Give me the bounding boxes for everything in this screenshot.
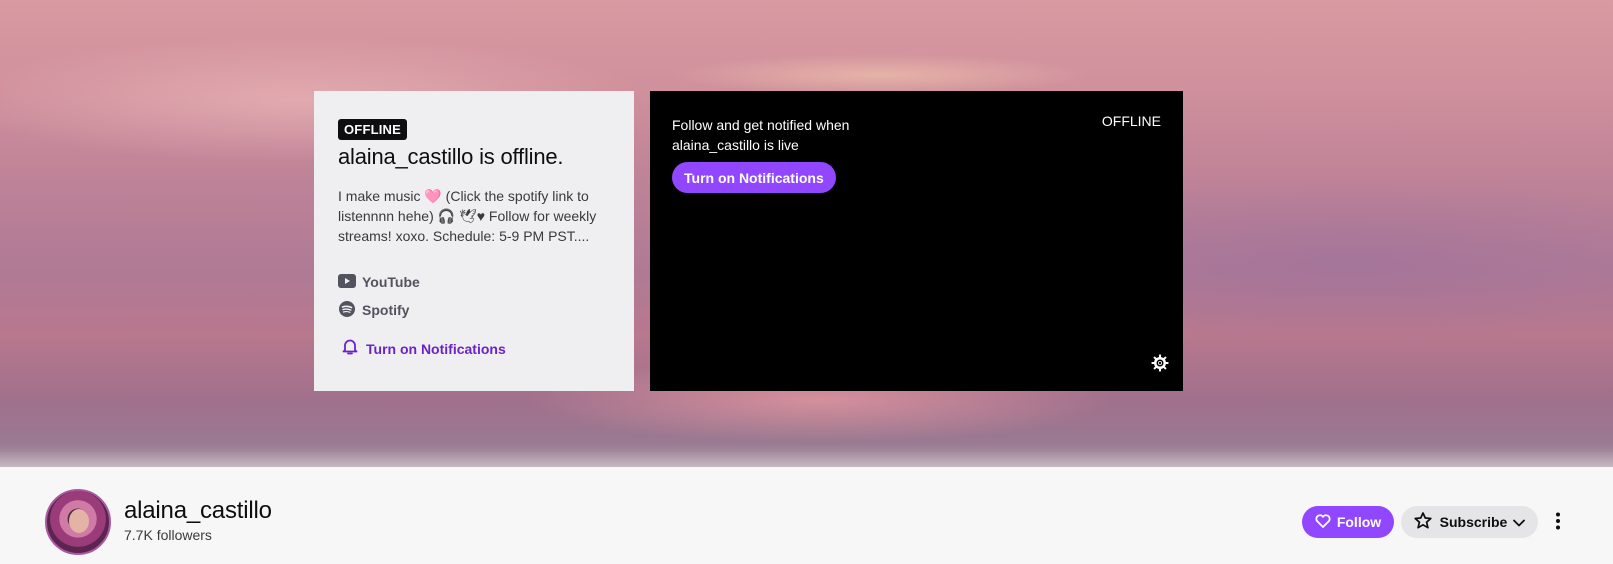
- channel-info-bar: alaina_castillo 7.7K followers Follow Su…: [0, 467, 1613, 564]
- channel-name[interactable]: alaina_castillo: [124, 497, 272, 525]
- youtube-link[interactable]: YouTube: [338, 268, 610, 296]
- player-follow-message: Follow and get notified when alaina_cast…: [672, 117, 850, 153]
- youtube-icon: [338, 273, 362, 291]
- more-options-button[interactable]: [1548, 506, 1568, 538]
- star-icon: [1413, 512, 1432, 532]
- heart-icon: [1315, 513, 1337, 531]
- follow-button[interactable]: Follow: [1302, 506, 1394, 538]
- avatar-face: [69, 509, 89, 533]
- gear-icon[interactable]: [1151, 354, 1169, 377]
- social-links: YouTube Spotify: [338, 268, 610, 324]
- more-vertical-icon: [1556, 512, 1560, 533]
- offline-info-card: OFFLINE alaina_castillo is offline. I ma…: [314, 91, 634, 391]
- follow-label: Follow: [1336, 514, 1382, 530]
- spotify-icon: [338, 300, 362, 321]
- offline-badge: OFFLINE: [338, 119, 408, 140]
- turn-on-notifications-label: Turn on Notifications: [366, 340, 506, 357]
- video-player[interactable]: Follow and get notified when alaina_cast…: [650, 91, 1183, 391]
- channel-description: I make music 🩷 (Click the spotify link t…: [338, 188, 597, 244]
- spotify-link[interactable]: Spotify: [338, 296, 610, 324]
- offline-title: alaina_castillo is offline.: [338, 144, 564, 169]
- follower-count: 7.7K followers: [124, 527, 212, 543]
- subscribe-button[interactable]: Subscribe: [1401, 506, 1538, 538]
- avatar[interactable]: [45, 489, 111, 555]
- spotify-link-label: Spotify: [362, 302, 410, 318]
- bell-icon: [342, 338, 366, 359]
- player-offline-label: OFFLINE: [1101, 113, 1161, 129]
- turn-on-notifications-link[interactable]: Turn on Notifications: [338, 338, 610, 359]
- youtube-link-label: YouTube: [362, 274, 420, 290]
- subscribe-label: Subscribe: [1439, 514, 1508, 530]
- banner-horizon: [0, 452, 1613, 467]
- chevron-down-icon: [1513, 514, 1526, 530]
- player-notifications-button[interactable]: Turn on Notifications: [672, 162, 836, 193]
